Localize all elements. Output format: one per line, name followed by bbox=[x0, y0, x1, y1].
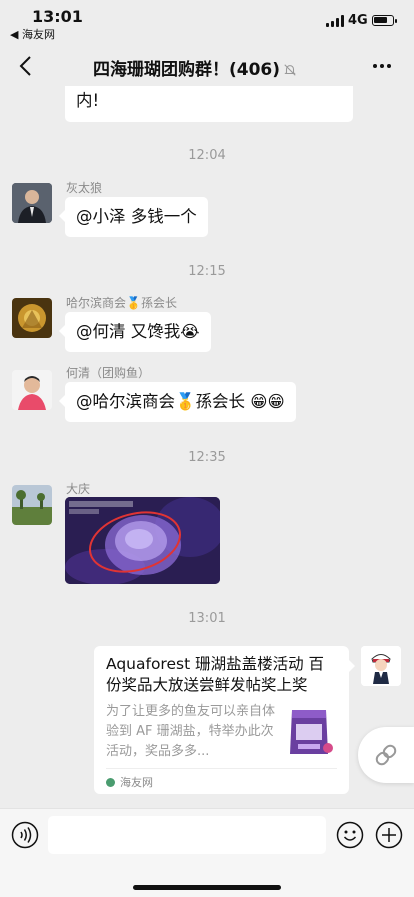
message-text: @何清 又馋我😭 bbox=[76, 322, 200, 341]
network-type: 4G bbox=[348, 13, 368, 28]
link-icon bbox=[375, 744, 397, 766]
signal-icon bbox=[326, 15, 344, 27]
avatar-cartoon bbox=[361, 646, 401, 686]
message-text: @小泽 多钱一个 bbox=[76, 207, 197, 226]
chat-header: 四海珊瑚团购群！(406) bbox=[0, 44, 414, 88]
message-bubble-partial[interactable]: 内! bbox=[65, 86, 353, 122]
image-message[interactable] bbox=[65, 497, 220, 584]
smiley-icon bbox=[336, 821, 364, 849]
message-text: @哈尔滨商会🥇孫会长 😁😁 bbox=[76, 392, 285, 411]
emoji-button[interactable] bbox=[336, 821, 364, 849]
avatar-photo bbox=[12, 298, 52, 338]
sender-name: 何清（团购鱼） bbox=[66, 366, 151, 380]
timestamp: 12:15 bbox=[188, 264, 226, 279]
product-thumbnail bbox=[284, 704, 334, 758]
plus-icon bbox=[375, 821, 403, 849]
timestamp: 12:04 bbox=[188, 148, 226, 163]
avatar-photo bbox=[12, 183, 52, 223]
voice-input-button[interactable] bbox=[11, 821, 39, 849]
chat-title: 四海珊瑚团购群！(406) bbox=[60, 55, 330, 80]
input-bar bbox=[0, 808, 414, 897]
avatar[interactable] bbox=[12, 485, 52, 525]
message-bubble[interactable]: @何清 又馋我😭 bbox=[59, 312, 211, 352]
home-indicator[interactable] bbox=[133, 885, 281, 890]
back-to-app-link[interactable]: ◀ 海友网 bbox=[10, 26, 55, 42]
source-app-icon bbox=[106, 778, 115, 787]
back-button[interactable] bbox=[14, 54, 38, 78]
link-card[interactable]: Aquaforest 珊湖盐盖楼活动 百份奖品大放送尝鲜发帖奖上奖 为了让更多的… bbox=[94, 646, 355, 794]
message-bubble[interactable]: @小泽 多钱一个 bbox=[59, 197, 208, 237]
chat-title-text: 四海珊瑚团购群！(406) bbox=[92, 60, 281, 80]
coral-photo bbox=[65, 497, 220, 584]
battery-icon bbox=[372, 15, 397, 26]
chevron-left-icon bbox=[19, 56, 31, 76]
voice-icon bbox=[11, 821, 39, 849]
floating-link-button[interactable] bbox=[358, 727, 414, 783]
timestamp: 12:35 bbox=[188, 450, 226, 465]
source-name: 海友网 bbox=[120, 776, 153, 789]
status-bar: 13:01 ◀ 海友网 4G bbox=[0, 0, 414, 44]
timestamp: 13:01 bbox=[188, 611, 226, 626]
salt-bag-image bbox=[290, 710, 333, 754]
message-input[interactable] bbox=[48, 816, 326, 854]
status-time: 13:01 bbox=[32, 7, 83, 26]
mute-bell-icon bbox=[284, 64, 296, 76]
divider bbox=[106, 768, 337, 769]
message-text: 内! bbox=[76, 91, 100, 110]
sender-name: 哈尔滨商会🥇孫会长 bbox=[66, 296, 177, 310]
more-actions-button[interactable] bbox=[375, 821, 403, 849]
avatar-photo bbox=[12, 485, 52, 525]
more-options-button[interactable] bbox=[368, 54, 396, 78]
sender-name: 灰太狼 bbox=[66, 181, 103, 195]
link-card-description: 为了让更多的鱼友可以亲自体验到 AF 珊湖盐，特举办此次活动，奖品多多... bbox=[106, 704, 276, 759]
message-bubble[interactable]: @哈尔滨商会🥇孫会长 😁😁 bbox=[59, 382, 296, 422]
more-dots-icon bbox=[373, 64, 391, 68]
avatar[interactable] bbox=[12, 370, 52, 410]
avatar[interactable] bbox=[12, 298, 52, 338]
my-avatar[interactable] bbox=[361, 646, 401, 686]
link-card-title: Aquaforest 珊湖盐盖楼活动 百份奖品大放送尝鲜发帖奖上奖 bbox=[106, 655, 325, 694]
sender-name: 大庆 bbox=[66, 482, 91, 496]
avatar-photo bbox=[12, 370, 52, 410]
link-card-source: 海友网 bbox=[106, 774, 153, 790]
avatar[interactable] bbox=[12, 183, 52, 223]
